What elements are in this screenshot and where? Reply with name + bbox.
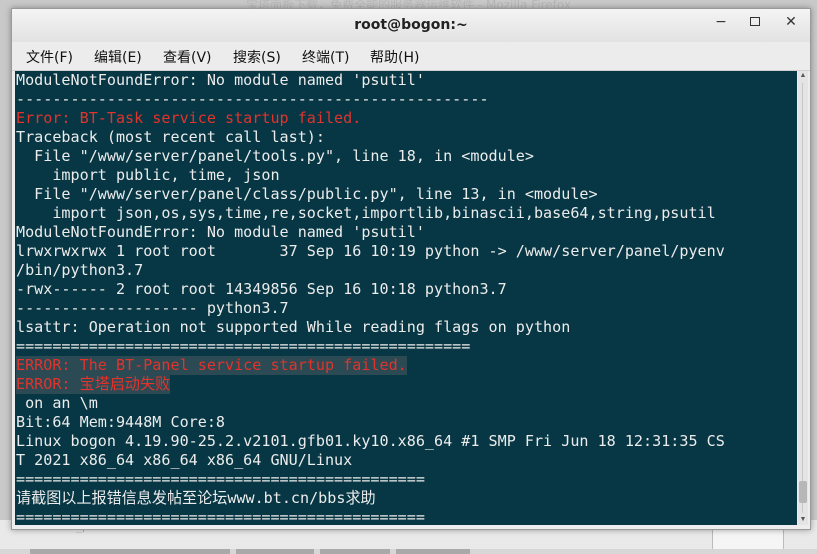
terminal-line: /bin/python3.7	[16, 261, 144, 279]
menu-search[interactable]: 搜索(S)	[233, 47, 281, 67]
minimize-button[interactable]: −	[712, 13, 730, 31]
terminal-line: import json,os,sys,time,re,socket,import…	[16, 204, 716, 222]
menu-edit[interactable]: 编辑(E)	[94, 47, 142, 67]
terminal-line: -------------------- python3.7	[16, 299, 289, 317]
minimize-icon: −	[715, 14, 727, 30]
terminal-line: ========================================…	[16, 337, 471, 355]
taskbar-item[interactable]	[320, 549, 390, 554]
taskbar-item[interactable]	[30, 549, 230, 554]
maximize-button[interactable]	[746, 13, 764, 31]
maximize-icon	[750, 17, 760, 26]
taskbar	[0, 549, 817, 554]
menu-file[interactable]: 文件(F)	[26, 47, 73, 67]
terminal-line: on an \m	[16, 394, 98, 412]
terminal-line: T 2021 x86_64 x86_64 x86_64 GNU/Linux	[16, 451, 353, 469]
taskbar-item[interactable]	[236, 549, 314, 554]
terminal-line: ========================================…	[16, 508, 425, 525]
terminal-line: ModuleNotFoundError: No module named 'ps…	[16, 223, 425, 241]
menu-terminal[interactable]: 终端(T)	[302, 47, 349, 67]
taskbar-item[interactable]	[396, 549, 470, 554]
title-bar[interactable]: root@bogon:~ − ✕	[12, 9, 810, 42]
terminal-line: File "/www/server/panel/tools.py", line …	[16, 147, 534, 165]
terminal-line: ========================================…	[16, 470, 425, 488]
menu-view[interactable]: 查看(V)	[163, 47, 212, 67]
terminal-error-line: Error: BT-Task service startup failed.	[16, 109, 362, 127]
menu-help[interactable]: 帮助(H)	[370, 47, 419, 67]
scroll-track	[802, 83, 803, 513]
terminal-line: ----------------------------------------…	[16, 90, 489, 108]
menu-bar: 文件(F) 编辑(E) 查看(V) 搜索(S) 终端(T) 帮助(H)	[12, 42, 810, 71]
scroll-down-arrow-icon[interactable]: ▼	[799, 515, 807, 525]
terminal-error-line: ERROR: The BT-Panel service startup fail…	[16, 356, 407, 375]
window-title: root@bogon:~	[354, 17, 468, 33]
terminal-line: import public, time, json	[16, 166, 280, 184]
terminal-line: Linux bogon 4.19.90-25.2.v2101.gfb01.ky1…	[16, 432, 725, 450]
terminal-output[interactable]: ModuleNotFoundError: No module named 'ps…	[15, 71, 797, 525]
close-icon: ✕	[785, 14, 797, 30]
terminal-line: -rwx------ 2 root root 14349856 Sep 16 1…	[16, 280, 507, 298]
terminal-line: Traceback (most recent call last):	[16, 128, 325, 146]
vertical-scrollbar[interactable]: ▲ ▼	[798, 71, 808, 525]
terminal-line: ModuleNotFoundError: No module named 'ps…	[16, 71, 425, 89]
terminal-line: lsattr: Operation not supported While re…	[16, 318, 571, 336]
terminal-line: 请截图以上报错信息发帖至论坛www.bt.cn/bbs求助	[16, 489, 376, 507]
terminal-line: File "/www/server/panel/class/public.py"…	[16, 185, 598, 203]
terminal-error-line: ERROR: 宝塔启动失败	[16, 375, 171, 394]
scroll-thumb[interactable]	[799, 481, 807, 503]
scroll-up-arrow-icon[interactable]: ▲	[799, 71, 807, 81]
terminal-window: root@bogon:~ − ✕ 文件(F) 编辑(E) 查看(V) 搜索(S)…	[11, 8, 811, 530]
terminal-line: Bit:64 Mem:9448M Core:8	[16, 413, 226, 431]
terminal-line: lrwxrwxrwx 1 root root 37 Sep 16 10:19 p…	[16, 242, 725, 260]
close-button[interactable]: ✕	[782, 13, 800, 31]
